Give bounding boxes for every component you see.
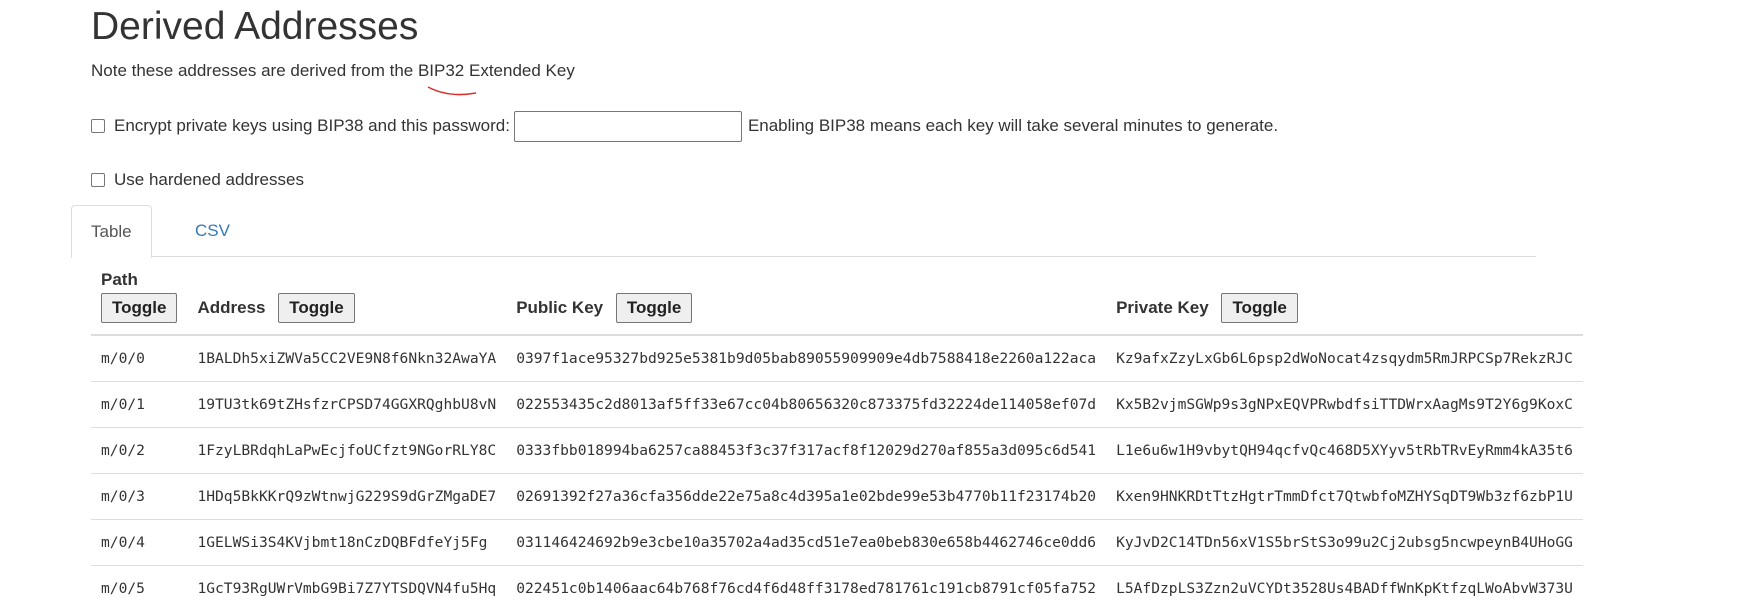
output-tabs: Table CSV [71,205,1536,258]
path-cell: m/0/2 [91,427,188,474]
table-row: m/0/3 1HDq5BkKKrQ9zWtnwjG229S9dGrZMgaDE7… [91,473,1583,520]
private-key-cell: L5AfDzpLS3Zzn2uVCYDt3528Us4BADffWnKpKtfz… [1106,565,1583,611]
path-header: Path Toggle [91,266,188,336]
address-cell: 1FzyLBRdqhLaPwEcjfoUCfzt9NGorRLY8C [187,427,507,474]
address-cell: 19TU3tk69tZHsfzrCPSD74GGXRQghbU8vN [187,381,507,428]
derived-addresses-table-wrap: Path Toggle Address Toggle Public Key To… [91,266,1711,611]
derived-addresses-table: Path Toggle Address Toggle Public Key To… [91,266,1583,611]
public-key-cell: 022451c0b1406aac64b768f76cd4f6d48ff3178e… [506,565,1107,611]
hardened-row: Use hardened addresses [91,168,304,192]
table-row: m/0/2 1FzyLBRdqhLaPwEcjfoUCfzt9NGorRLY8C… [91,427,1583,474]
table-row: m/0/5 1GcT93RgUWrVmbG9Bi7Z7YTSDQVN4fu5Hq… [91,565,1583,611]
address-cell: 1BALDh5xiZWVa5CC2VE9N8f6Nkn32AwaYA [197,350,497,367]
table-header-row: Path Toggle Address Toggle Public Key To… [91,266,1583,336]
private-key-header-label: Private Key [1116,298,1209,317]
private-key-header: Private Key Toggle [1106,266,1583,336]
page-title: Derived Addresses [91,5,419,48]
table-row: m/0/1 19TU3tk69tZHsfzrCPSD74GGXRQghbU8vN… [91,381,1583,428]
private-key-cell: Kxen9HNKRDtTtzHgtrTmmDfct7QtwbfoMZHYSqDT… [1106,473,1583,520]
private-key-cell: L1e6u6w1H9vbytQH94qcfvQc468D5XYyv5tRbTRv… [1106,427,1583,474]
bip38-label: Encrypt private keys using BIP38 and thi… [114,116,510,135]
public-key-cell: 0333fbb018994ba6257ca88453f3c37f317acf8f… [506,427,1107,474]
address-header-label: Address [197,298,266,317]
public-key-cell: 022553435c2d8013af5ff33e67cc04b80656320c… [506,381,1107,428]
bip38-checkbox[interactable] [91,119,105,133]
bip38-password-input[interactable] [513,110,742,142]
bip38-row: Encrypt private keys using BIP38 and thi… [91,110,1278,142]
red-underline-annotation [427,86,477,96]
public-key-toggle-button[interactable]: Toggle [615,293,693,323]
private-key-cell: KyJvD2C14TDn56xV1S5brStS3o99u2Cj2ubsg5nc… [1106,519,1583,566]
path-cell: m/0/1 [91,381,188,428]
bip32-extended-key-label: BIP32 Extended Key [417,61,575,80]
path-cell: m/0/4 [91,519,188,566]
table-row: m/0/4 1GELWSi3S4KVjbmt18nCzDQBFdfeYj5Fg … [91,519,1583,566]
address-cell: 1GELWSi3S4KVjbmt18nCzDQBFdfeYj5Fg [187,519,507,566]
address-cell: 1HDq5BkKKrQ9zWtnwjG229S9dGrZMgaDE7 [187,473,507,520]
derivation-note-text: Note these addresses are derived from th… [91,61,418,80]
private-key-cell: Kz9afxZzyLxGb6L6psp2dWoNocat4zsqydm5RmJR… [1116,350,1573,367]
table-row: m/0/0 1BALDh5xiZWVa5CC2VE9N8f6Nkn32AwaYA… [91,335,1583,382]
path-toggle-button[interactable]: Toggle [101,293,178,323]
public-key-cell: 031146424692b9e3cbe10a35702a4ad35cd51e7e… [506,519,1107,566]
public-key-header-label: Public Key [516,298,604,317]
path-cell: m/0/3 [91,473,188,520]
path-cell: m/0/0 [101,350,145,367]
address-cell: 1GcT93RgUWrVmbG9Bi7Z7YTSDQVN4fu5Hq [187,565,507,611]
public-key-cell: 0397f1ace95327bd925e5381b9d05bab89055909… [516,350,1097,367]
address-toggle-button[interactable]: Toggle [278,293,355,323]
private-key-cell: Kx5B2vjmSGWp9s3gNPxEQVPRwbdfsiTTDWrxAagM… [1106,381,1583,428]
hardened-checkbox[interactable] [91,173,105,187]
public-key-cell: 02691392f27a36cfa356dde22e75a8c4d395a1e0… [506,473,1107,520]
address-header: Address Toggle [187,266,507,336]
tab-csv[interactable]: CSV [176,205,249,257]
bip38-hint: Enabling BIP38 means each key will take … [747,116,1279,135]
derivation-note: Note these addresses are derived from th… [91,61,575,81]
public-key-header: Public Key Toggle [506,266,1107,336]
path-cell: m/0/5 [91,565,188,611]
page: Derived Addresses Note these addresses a… [0,0,1746,611]
hardened-label: Use hardened addresses [114,170,304,189]
tab-table[interactable]: Table [71,205,152,258]
path-header-label: Path [101,270,138,289]
private-key-toggle-button[interactable]: Toggle [1221,293,1298,323]
